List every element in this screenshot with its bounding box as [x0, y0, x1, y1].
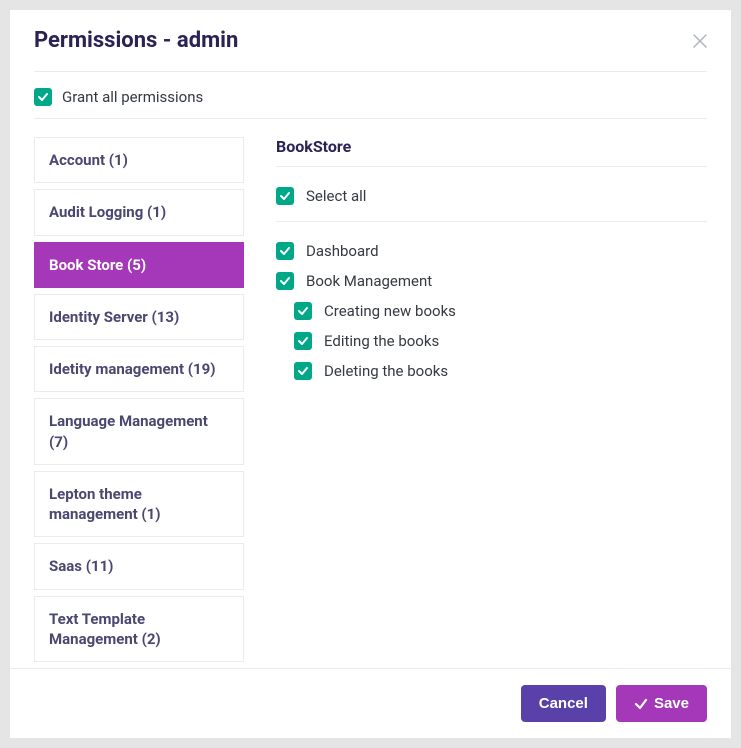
permission-label: Creating new books: [324, 302, 456, 320]
sidebar-item-lepton-theme[interactable]: Lepton theme management (1): [34, 471, 244, 538]
modal-header: Permissions - admin: [10, 10, 731, 63]
check-icon: [279, 275, 291, 287]
permission-label: Editing the books: [324, 332, 439, 350]
sidebar-item-identity-management[interactable]: Idetity management (19): [34, 346, 244, 392]
permission-row: Dashboard: [276, 236, 707, 266]
permission-row: Creating new books: [276, 296, 707, 326]
permission-row: Editing the books: [276, 326, 707, 356]
divider: [276, 166, 707, 167]
sidebar-item-audit-logging[interactable]: Audit Logging (1): [34, 189, 244, 235]
permission-checkbox-creating-books[interactable]: [294, 302, 312, 320]
sidebar-item-text-template[interactable]: Text Template Management (2): [34, 596, 244, 663]
permission-label: Book Management: [306, 272, 432, 290]
permissions-modal: Permissions - admin Grant all permission…: [10, 10, 731, 738]
modal-footer: Cancel Save: [10, 668, 731, 738]
save-button[interactable]: Save: [616, 685, 707, 722]
section-title: BookStore: [276, 137, 707, 156]
check-icon: [634, 697, 648, 711]
modal-title: Permissions - admin: [34, 28, 238, 53]
permission-row: Deleting the books: [276, 356, 707, 386]
cancel-button-label: Cancel: [539, 695, 588, 712]
select-all-row: Select all: [276, 181, 707, 211]
close-icon: [693, 34, 707, 48]
grant-all-checkbox[interactable]: [34, 88, 52, 106]
check-icon: [297, 335, 309, 347]
permission-row: Book Management: [276, 266, 707, 296]
columns: Account (1) Audit Logging (1) Book Store…: [34, 137, 707, 668]
divider: [276, 221, 707, 222]
sidebar-item-language-management[interactable]: Language Management (7): [34, 398, 244, 465]
check-icon: [279, 245, 291, 257]
divider: [34, 118, 707, 119]
permission-checkbox-dashboard[interactable]: [276, 242, 294, 260]
modal-content: Grant all permissions Account (1) Audit …: [10, 72, 731, 668]
grant-all-row: Grant all permissions: [34, 88, 707, 106]
sidebar-item-identity-server[interactable]: Identity Server (13): [34, 294, 244, 340]
permission-checkbox-book-management[interactable]: [276, 272, 294, 290]
permission-label: Dashboard: [306, 242, 379, 260]
permission-checkbox-deleting-books[interactable]: [294, 362, 312, 380]
category-sidebar: Account (1) Audit Logging (1) Book Store…: [34, 137, 244, 668]
sidebar-item-account[interactable]: Account (1): [34, 137, 244, 183]
sidebar-item-saas[interactable]: Saas (11): [34, 543, 244, 589]
select-all-label: Select all: [306, 187, 366, 205]
check-icon: [279, 190, 291, 202]
select-all-checkbox[interactable]: [276, 187, 294, 205]
check-icon: [37, 91, 49, 103]
permission-label: Deleting the books: [324, 362, 448, 380]
save-button-label: Save: [654, 695, 689, 712]
cancel-button[interactable]: Cancel: [521, 685, 606, 722]
sidebar-item-book-store[interactable]: Book Store (5): [34, 242, 244, 288]
permission-panel: BookStore Select all Dashboard: [276, 137, 707, 668]
permission-checkbox-editing-books[interactable]: [294, 332, 312, 350]
grant-all-label: Grant all permissions: [62, 88, 203, 106]
close-button[interactable]: [693, 34, 707, 48]
check-icon: [297, 365, 309, 377]
check-icon: [297, 305, 309, 317]
